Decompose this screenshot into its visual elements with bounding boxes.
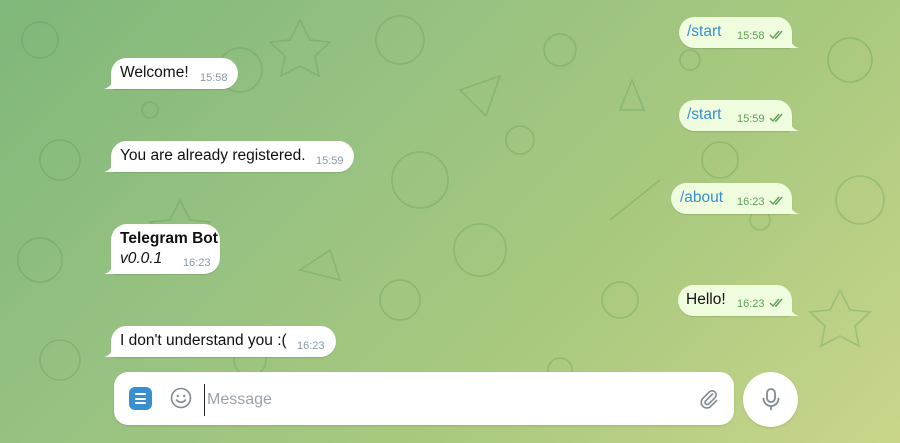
message-time: 15:59 [316,155,344,167]
message-text: Welcome! [120,64,189,81]
message-text: /start [687,106,722,123]
bubble-tail [104,77,114,89]
microphone-icon [762,388,780,411]
message-text: /start [687,23,722,40]
message-incoming[interactable]: Telegram Bot v0.0.1 16:23 [104,224,220,274]
read-checkmarks-icon [769,113,783,123]
bubble-tail [789,119,799,131]
message-subtitle: v0.0.1 [120,250,163,267]
menu-icon[interactable] [129,387,152,410]
message-outgoing[interactable]: /about 16:23 [671,183,799,214]
message-time: 16:23 [183,257,211,269]
bubble-tail [104,345,114,357]
message-time: 15:58 [737,30,765,42]
message-time: 16:23 [737,298,765,310]
message-incoming[interactable]: Welcome! 15:58 [104,58,238,89]
message-input[interactable] [204,384,689,416]
message-time: 16:23 [737,196,765,208]
message-outgoing[interactable]: /start 15:59 [679,100,799,131]
message-text: /about [680,189,724,206]
message-title: Telegram Bot [120,230,218,247]
read-checkmarks-icon [769,30,783,40]
read-checkmarks-icon [769,196,783,206]
record-voice-button[interactable] [743,372,798,427]
read-checkmarks-icon [769,298,783,308]
bubble-tail [104,262,114,274]
bubble-tail [789,304,799,316]
message-incoming[interactable]: I don't understand you :( 16:23 [104,326,336,357]
bubble-tail [789,202,799,214]
message-time: 16:23 [297,340,325,352]
message-outgoing[interactable]: Hello! 16:23 [678,285,799,316]
paperclip-icon[interactable] [697,387,719,409]
emoji-icon[interactable] [170,387,192,409]
message-outgoing[interactable]: /start 15:58 [679,17,799,48]
message-text: Hello! [686,291,726,308]
bubble-tail [104,160,114,172]
message-text: I don't understand you :( [120,332,287,349]
bubble-tail [789,36,799,48]
message-time: 15:59 [737,113,765,125]
message-incoming[interactable]: You are already registered. 15:59 [104,141,354,172]
message-time: 15:58 [200,72,228,84]
message-text: You are already registered. [120,147,306,164]
message-composer [114,372,734,425]
